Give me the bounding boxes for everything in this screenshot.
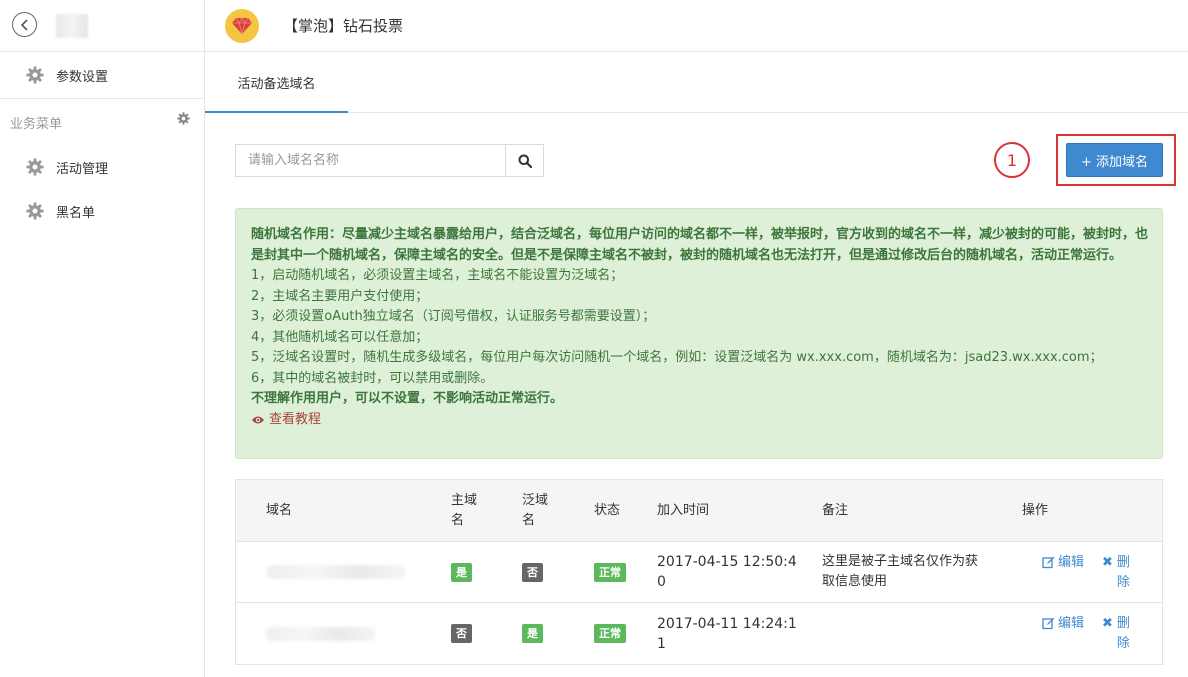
diamond-icon bbox=[232, 16, 252, 35]
edit-label: 编辑 bbox=[1058, 555, 1085, 570]
delete-label-line1: 删 bbox=[1116, 555, 1130, 570]
main-domain-cell: 否 bbox=[451, 603, 472, 664]
status-cell: 正常 bbox=[594, 542, 626, 602]
sidebar-section-title: 业务菜单 bbox=[10, 116, 63, 132]
note-line2: 取信息使用 bbox=[822, 574, 888, 589]
edit-label: 编辑 bbox=[1058, 616, 1085, 631]
table-row: 否 是 正常 2017-04-11 14:24:1 1 编辑 ✖ 删 除 bbox=[236, 603, 1162, 664]
sidebar-item-label: 参数设置 bbox=[56, 69, 109, 85]
view-tutorial-link[interactable]: 查看教程 bbox=[251, 410, 321, 431]
col-time: 加入时间 bbox=[657, 502, 710, 518]
tab-bar: 活动备选域名 bbox=[205, 53, 1188, 113]
tab-activity-domains[interactable]: 活动备选域名 bbox=[205, 53, 348, 113]
col-domain: 域名 bbox=[266, 502, 293, 518]
sidebar-section-header: 业务菜单 bbox=[0, 99, 204, 145]
delete-link[interactable]: ✖ 删 除 bbox=[1102, 603, 1130, 664]
app-logo bbox=[225, 8, 259, 43]
chevron-left-icon bbox=[20, 18, 28, 31]
time-cell: 2017-04-11 14:24:1 1 bbox=[657, 603, 797, 664]
blurred-logo bbox=[56, 14, 88, 38]
info-notice: 随机域名作用：尽量减少主域名暴露给用户，结合泛域名，每位用户访问的域名都不一样，… bbox=[235, 208, 1163, 459]
sidebar-item-label: 黑名单 bbox=[56, 205, 96, 221]
col-main-domain: 主域 名 bbox=[451, 480, 477, 541]
sidebar-item-blacklist[interactable]: 黑名单 bbox=[0, 189, 204, 233]
delete-label-line2: 除 bbox=[1116, 575, 1130, 590]
col-wild-domain-line2: 名 bbox=[522, 512, 536, 528]
time-line2: 0 bbox=[657, 574, 666, 590]
status-badge: 正常 bbox=[594, 624, 626, 643]
wild-domain-cell: 是 bbox=[522, 603, 543, 664]
time-line2: 1 bbox=[657, 635, 666, 652]
delete-label: 删 除 bbox=[1117, 614, 1130, 654]
sidebar: 参数设置 业务菜单 活动管理 黑名单 bbox=[0, 0, 205, 677]
col-note: 备注 bbox=[822, 502, 849, 518]
time-line1: 2017-04-11 14:24:1 bbox=[657, 615, 797, 632]
col-main-domain-line1: 主域 bbox=[451, 492, 478, 508]
delete-label-line2: 除 bbox=[1116, 636, 1130, 651]
col-wild-domain-line1: 泛域 bbox=[522, 492, 549, 508]
sidebar-item-label: 活动管理 bbox=[56, 161, 109, 177]
gear-icon[interactable] bbox=[177, 111, 190, 125]
notice-line: 4，其他随机域名可以任意加； bbox=[251, 329, 429, 345]
sidebar-item-activity[interactable]: 活动管理 bbox=[0, 145, 204, 189]
delete-label: 删 除 bbox=[1117, 553, 1130, 593]
notice-outro: 不理解作用用户，可以不设置，不影响活动正常运行。 bbox=[251, 391, 564, 406]
gear-icon bbox=[26, 66, 44, 84]
wild-domain-cell: 否 bbox=[522, 542, 543, 602]
step-marker: 1 bbox=[994, 142, 1030, 178]
col-wild-domain: 泛域 名 bbox=[522, 480, 548, 541]
back-button[interactable] bbox=[12, 12, 37, 37]
notice-line: 1，启动随机域名，必须设置主域名，主域名不能设置为泛域名； bbox=[251, 268, 624, 283]
domain-cell bbox=[266, 542, 406, 602]
close-icon: ✖ bbox=[1102, 616, 1113, 631]
search-box bbox=[235, 144, 544, 177]
main-domain-badge: 是 bbox=[451, 562, 472, 582]
col-ops: 操作 bbox=[1022, 502, 1049, 518]
status-cell: 正常 bbox=[594, 603, 626, 664]
note-line1: 这里是被子主域名仅作为获 bbox=[822, 554, 979, 569]
time-cell: 2017-04-15 12:50:4 0 bbox=[657, 542, 797, 602]
col-status: 状态 bbox=[594, 502, 621, 518]
notice-line: 3，必须设置oAuth独立域名（订阅号借权，认证服务号都需要设置）； bbox=[251, 309, 656, 324]
search-button[interactable] bbox=[505, 145, 543, 176]
gear-icon bbox=[26, 202, 44, 220]
wild-domain-badge: 否 bbox=[522, 562, 543, 582]
sidebar-item-settings[interactable]: 参数设置 bbox=[0, 52, 204, 99]
notice-intro: 随机域名作用：尽量减少主域名暴露给用户，结合泛域名，每位用户访问的域名都不一样，… bbox=[251, 227, 1149, 263]
eye-icon bbox=[252, 416, 264, 424]
blurred-domain bbox=[266, 565, 406, 579]
col-main-domain-line2: 名 bbox=[451, 512, 465, 528]
edit-link[interactable]: 编辑 bbox=[1042, 603, 1084, 664]
notice-line: 5，泛域名设置时，随机生成多级域名，每位用户每次访问随机一个域名，例如：设置泛域… bbox=[251, 350, 1103, 365]
edit-link[interactable]: 编辑 bbox=[1042, 542, 1084, 602]
notice-line: 6，其中的域名被封时，可以禁用或删除。 bbox=[251, 370, 494, 386]
sidebar-header bbox=[0, 0, 204, 52]
table-header: 域名 主域 名 泛域 名 状态 加入时间 备注 操作 bbox=[236, 480, 1162, 542]
note-cell: 这里是被子主域名仅作为获 取信息使用 bbox=[822, 542, 978, 602]
search-icon bbox=[518, 154, 532, 168]
wild-domain-badge: 是 bbox=[522, 624, 543, 643]
notice-line: 2，主域名主要用户支付使用； bbox=[251, 288, 429, 304]
page-header: 【掌泡】钻石投票 bbox=[205, 0, 1188, 52]
tutorial-label: 查看教程 bbox=[269, 411, 322, 427]
main-domain-cell: 是 bbox=[451, 542, 472, 602]
edit-icon bbox=[1042, 617, 1055, 630]
page-title: 【掌泡】钻石投票 bbox=[283, 17, 404, 35]
close-icon: ✖ bbox=[1102, 555, 1113, 570]
blurred-domain bbox=[266, 626, 376, 641]
table-row: 是 否 正常 2017-04-15 12:50:4 0 这里是被子主域名仅作为获… bbox=[236, 542, 1162, 603]
domain-cell bbox=[266, 603, 376, 664]
delete-link[interactable]: ✖ 删 除 bbox=[1102, 542, 1130, 602]
delete-label-line1: 删 bbox=[1116, 616, 1130, 631]
main-domain-badge: 否 bbox=[451, 624, 472, 643]
status-badge: 正常 bbox=[594, 562, 626, 582]
add-domain-button[interactable]: + 添加域名 bbox=[1066, 143, 1163, 177]
domain-table: 域名 主域 名 泛域 名 状态 加入时间 备注 操作 是 否 正常 2017-0… bbox=[235, 479, 1163, 665]
search-input[interactable] bbox=[236, 145, 505, 176]
time-line1: 2017-04-15 12:50:4 bbox=[657, 554, 797, 570]
gear-icon bbox=[26, 158, 44, 176]
edit-icon bbox=[1042, 556, 1055, 569]
